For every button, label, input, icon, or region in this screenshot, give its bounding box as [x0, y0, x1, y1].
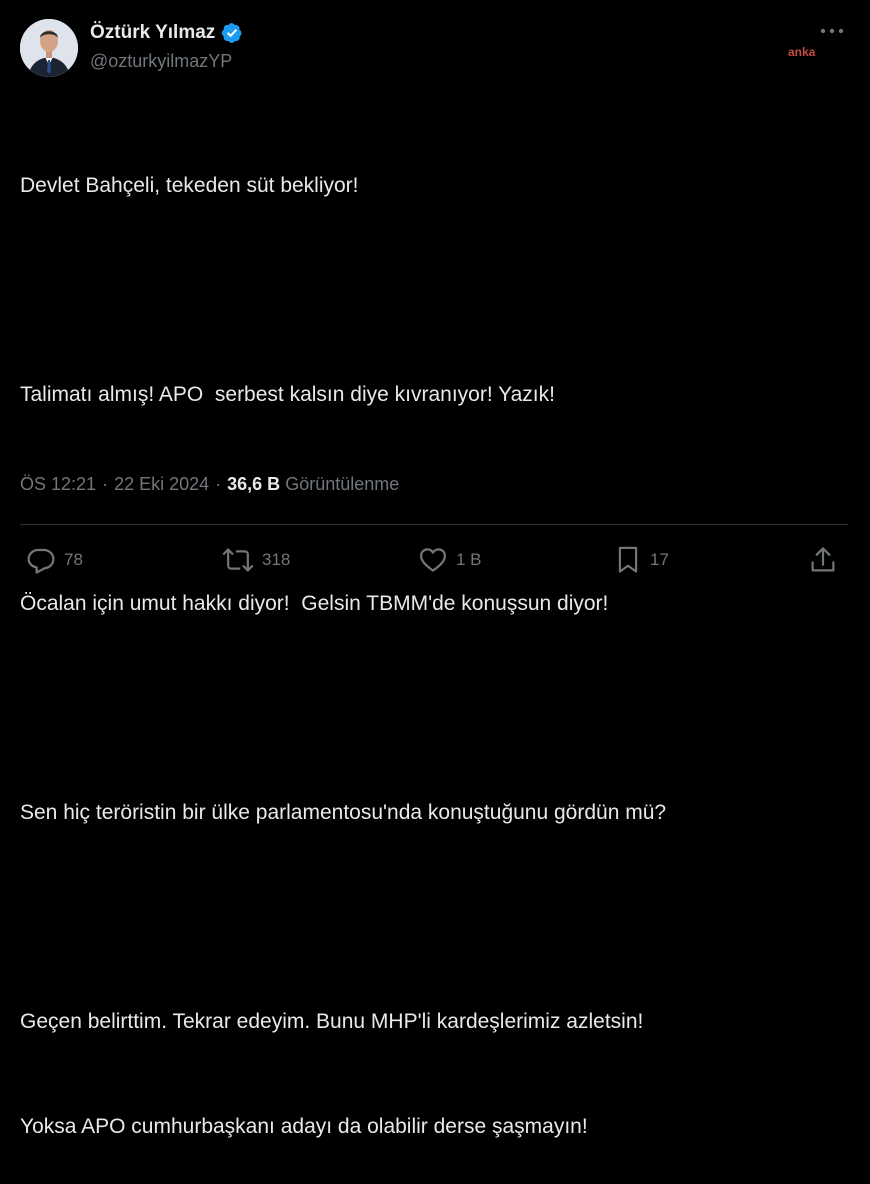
tweet-line: Öcalan için umut hakkı diyor! Gelsin TBM… [20, 592, 609, 615]
reply-button[interactable]: 78 [26, 543, 83, 577]
watermark-logo: anka [788, 45, 816, 59]
like-count: 1 B [456, 550, 482, 569]
reply-count: 78 [64, 550, 83, 569]
tweet-metadata: ÖS 12:21 · 22 Eki 2024 · 36,6 B Görüntül… [20, 474, 399, 495]
views-label: Görüntülenme [285, 474, 400, 494]
tweet-line: Yoksa APO cumhurbaşkanı adayı da olabili… [20, 1115, 588, 1138]
tweet-line: Sen hiç teröristin bir ülke parlamentosu… [20, 801, 667, 824]
tweet-date[interactable]: 22 Eki 2024 [114, 474, 209, 495]
bookmark-count: 17 [650, 550, 669, 569]
author-handle[interactable]: @ozturkyilmazYP [90, 51, 232, 72]
divider [20, 524, 848, 525]
more-options-icon[interactable] [818, 22, 846, 40]
tweet-paragraph: Sen hiç teröristin bir ülke parlamentosu… [20, 725, 850, 900]
meta-separator: · [215, 474, 222, 494]
meta-separator: · [102, 474, 109, 494]
author-name-text: Öztürk Yılmaz [90, 22, 216, 43]
heart-icon [420, 548, 446, 572]
tweet-paragraph: Devlet Bahçeli, tekeden süt bekliyor! [20, 98, 850, 273]
bookmark-button[interactable]: 17 [614, 543, 669, 577]
retweet-count: 318 [262, 550, 291, 569]
like-button[interactable]: 1 B [418, 543, 482, 577]
bookmark-icon [618, 546, 638, 573]
retweet-button[interactable]: 318 [222, 543, 290, 577]
author-name[interactable]: Öztürk Yılmaz [90, 22, 243, 44]
profile-photo-icon [20, 19, 78, 77]
reply-icon [27, 548, 55, 574]
verified-badge-icon [222, 23, 242, 43]
views-count[interactable]: 36,6 B [227, 474, 280, 495]
share-button[interactable] [809, 543, 837, 577]
tweet-text: Devlet Bahçeli, tekeden süt bekliyor! Ta… [20, 98, 850, 1184]
tweet-line: Talimatı almış! APO serbest kalsın diye … [20, 383, 555, 406]
tweet-paragraph: Geçen belirttim. Tekrar edeyim. Bunu MHP… [20, 934, 850, 1184]
tweet-paragraph: Talimatı almış! APO serbest kalsın diye … [20, 307, 850, 482]
retweet-icon [222, 548, 254, 572]
share-icon [811, 547, 835, 572]
tweet-line: Geçen belirttim. Tekrar edeyim. Bunu MHP… [20, 1010, 644, 1033]
tweet-line: Devlet Bahçeli, tekeden süt bekliyor! [20, 174, 359, 197]
author-avatar[interactable] [20, 19, 78, 77]
tweet-time[interactable]: ÖS 12:21 [20, 474, 96, 495]
tweet-card: Öztürk Yılmaz @ozturkyilmazYP anka Devle… [0, 0, 870, 1138]
